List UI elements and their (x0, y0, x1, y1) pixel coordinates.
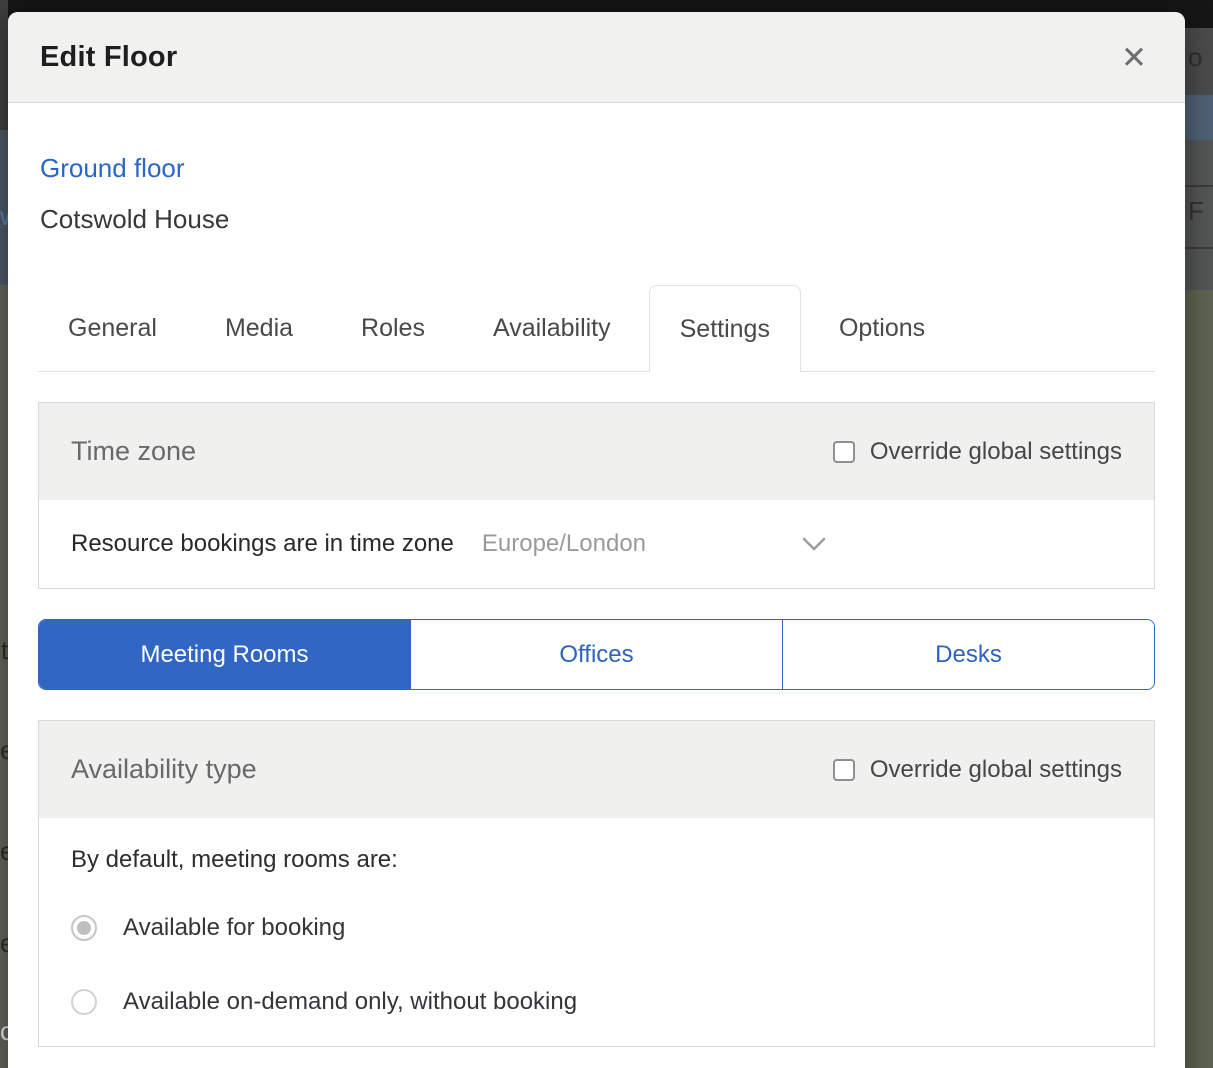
background-text-fragment: w (0, 203, 8, 229)
availability-type-body: By default, meeting rooms are: Available… (39, 818, 1154, 1046)
background-edge-line (1185, 185, 1213, 187)
radio-icon-selected[interactable] (71, 915, 97, 941)
time-zone-section-header: Time zone Override global settings (39, 403, 1154, 500)
background-text-fragment: e (0, 928, 8, 958)
floor-heading: Ground floor Cotswold House (40, 153, 1153, 235)
availability-type-section-title: Availability type (71, 754, 257, 784)
time-zone-row: Resource bookings are in time zone Europ… (39, 500, 1154, 588)
close-icon[interactable]: ✕ (1117, 38, 1151, 77)
time-zone-row-label: Resource bookings are in time zone (71, 530, 454, 557)
background-text-fragment: c (0, 1016, 8, 1046)
segment-meeting-rooms[interactable]: Meeting Rooms (39, 620, 410, 689)
tab-availability[interactable]: Availability (463, 285, 641, 371)
modal-header: Edit Floor ✕ (8, 12, 1185, 103)
modal-body: Ground floor Cotswold House General Medi… (8, 153, 1185, 1047)
time-zone-section: Time zone Override global settings Resou… (38, 402, 1155, 589)
edit-floor-modal: Edit Floor ✕ Ground floor Cotswold House… (8, 12, 1185, 1068)
modal-title: Edit Floor (40, 40, 178, 73)
override-checkbox[interactable] (832, 758, 855, 781)
floor-name-link[interactable]: Ground floor (40, 153, 185, 184)
time-zone-selected-value: Europe/London (481, 530, 647, 557)
tab-roles[interactable]: Roles (331, 285, 455, 371)
tab-settings[interactable]: Settings (648, 285, 801, 372)
radio-available-for-booking[interactable]: Available for booking (71, 914, 1122, 942)
radio-icon-unselected[interactable] (71, 989, 97, 1015)
override-checkbox-label: Override global settings (869, 755, 1122, 783)
radio-dot (77, 921, 91, 935)
radio-label: Available on-demand only, without bookin… (123, 988, 578, 1015)
tab-options[interactable]: Options (809, 285, 955, 371)
chevron-down-icon (801, 536, 827, 552)
tab-general[interactable]: General (38, 285, 187, 371)
resource-type-switcher: Meeting Rooms Offices Desks (38, 619, 1155, 690)
time-zone-select[interactable]: Europe/London (454, 530, 827, 558)
time-zone-section-title: Time zone (71, 436, 197, 466)
override-checkbox-label: Override global settings (869, 437, 1122, 465)
background-page-left-sliver: w ti e e e c (0, 0, 8, 1068)
building-name: Cotswold House (40, 204, 230, 234)
availability-type-section-header: Availability type Override global settin… (39, 721, 1154, 818)
background-text-fragment: e (0, 735, 8, 765)
background-text-fragment: ti (1, 635, 8, 665)
availability-override-control[interactable]: Override global settings (832, 755, 1122, 784)
segment-offices[interactable]: Offices (410, 620, 782, 689)
time-zone-override-control[interactable]: Override global settings (832, 437, 1122, 466)
segment-desks[interactable]: Desks (782, 620, 1154, 689)
background-edge-line (1185, 247, 1213, 249)
radio-available-on-demand[interactable]: Available on-demand only, without bookin… (71, 988, 1122, 1016)
tab-media[interactable]: Media (195, 285, 323, 371)
background-text-fragment: e (0, 836, 8, 866)
background-text-fragment: o (1188, 42, 1203, 72)
modal-tabs: General Media Roles Availability Setting… (38, 285, 1155, 372)
radio-label: Available for booking (123, 914, 346, 941)
override-checkbox[interactable] (832, 440, 855, 463)
background-page-right-sliver: o F (1185, 0, 1213, 1068)
background-text-fragment: F (1188, 196, 1204, 226)
availability-intro-text: By default, meeting rooms are: (71, 846, 398, 873)
availability-type-section: Availability type Override global settin… (38, 720, 1155, 1047)
